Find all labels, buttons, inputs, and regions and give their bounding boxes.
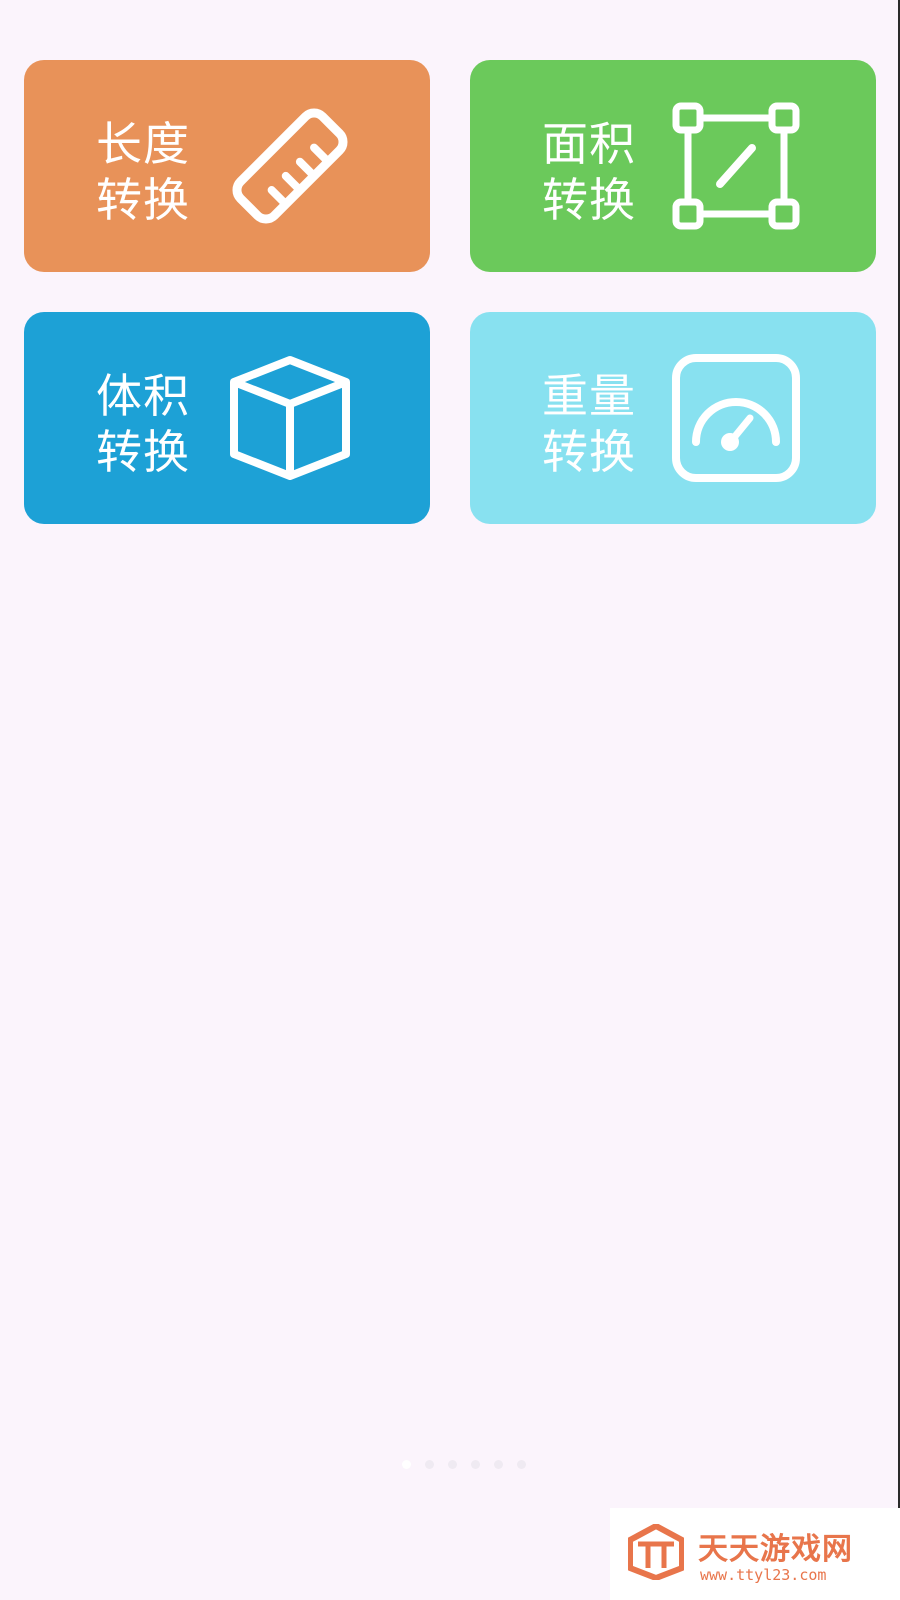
page-indicator	[402, 1460, 526, 1474]
area-conversion-label: 面积 转换	[542, 116, 636, 228]
volume-conversion-tile[interactable]: 体积 转换	[24, 312, 430, 524]
page-indicator-dot[interactable]	[448, 1460, 457, 1469]
tile-label-line1: 重量	[542, 369, 636, 423]
tile-label-line1: 体积	[96, 369, 190, 423]
page-indicator-dot[interactable]	[425, 1460, 434, 1469]
cube-icon	[230, 356, 350, 480]
ruler-icon	[232, 108, 348, 224]
area-square-icon	[672, 102, 800, 230]
page-indicator-dot[interactable]	[471, 1460, 480, 1469]
area-conversion-tile[interactable]: 面积 转换	[470, 60, 876, 272]
watermark: 天天游戏网 www.ttyl23.com	[610, 1508, 900, 1600]
length-conversion-tile[interactable]: 长度 转换	[24, 60, 430, 272]
weight-conversion-tile[interactable]: 重量 转换	[470, 312, 876, 524]
tile-label-line2: 转换	[96, 173, 190, 227]
tile-label-line2: 转换	[542, 425, 636, 479]
page-indicator-dot[interactable]	[494, 1460, 503, 1469]
scale-gauge-icon	[672, 354, 800, 482]
page-indicator-dot[interactable]	[517, 1460, 526, 1469]
watermark-name: 天天游戏网	[698, 1532, 853, 1567]
watermark-logo-icon	[628, 1524, 684, 1580]
tile-label-line1: 长度	[96, 117, 190, 171]
watermark-url: www.ttyl23.com	[700, 1566, 827, 1584]
volume-conversion-label: 体积 转换	[96, 368, 190, 480]
weight-conversion-label: 重量 转换	[542, 368, 636, 480]
length-conversion-label: 长度 转换	[96, 116, 190, 228]
tile-label-line1: 面积	[542, 117, 636, 171]
page-indicator-dot[interactable]	[402, 1460, 411, 1469]
tile-label-line2: 转换	[96, 425, 190, 479]
tile-label-line2: 转换	[542, 173, 636, 227]
